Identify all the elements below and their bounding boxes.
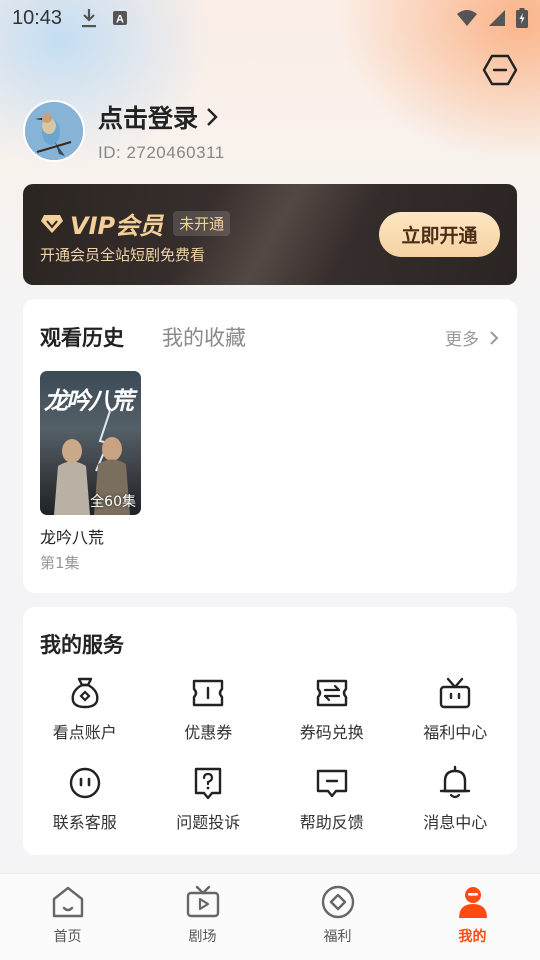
service-label: 消息中心	[423, 813, 488, 832]
exchange-icon	[316, 679, 347, 707]
battery-icon	[516, 8, 528, 28]
avatar[interactable]	[23, 100, 85, 162]
history-item[interactable]: 龙吟八荒 全60集 龙吟八荒 第1集	[40, 371, 141, 573]
tab-theater[interactable]: 剧场	[135, 874, 270, 960]
services-title: 我的服务	[40, 633, 124, 657]
svg-text:A: A	[116, 14, 124, 26]
user-icon	[458, 887, 487, 918]
vip-card[interactable]: VIP会员 未开通 开通会员全站短剧免费看 立即开通	[23, 184, 517, 285]
drama-poster[interactable]: 龙吟八荒 全60集	[40, 371, 141, 515]
tab-welfare[interactable]: 福利	[270, 874, 405, 960]
status-bar: 10:43 A	[0, 0, 540, 36]
tab-label: 剧场	[188, 929, 217, 945]
service-support[interactable]: 联系客服	[23, 761, 147, 837]
services-card: 我的服务 看点账户 优惠券 券码兑换 福利中心 联系客服 问题投诉 帮助反馈 消…	[23, 607, 517, 855]
question-icon	[195, 767, 222, 800]
status-time: 10:43	[12, 6, 63, 29]
wifi-icon	[457, 10, 477, 26]
service-label: 券码兑换	[299, 723, 364, 742]
more-label: 更多	[445, 330, 479, 350]
download-icon	[82, 9, 97, 28]
profile-section[interactable]: 点击登录 ID: 2720460311	[23, 99, 225, 163]
drama-name: 龙吟八荒	[40, 528, 105, 547]
service-complaint[interactable]: 问题投诉	[147, 761, 271, 837]
home-icon	[52, 886, 83, 918]
tab-label: 首页	[53, 929, 82, 945]
service-feedback[interactable]: 帮助反馈	[270, 761, 394, 837]
signal-icon	[489, 10, 505, 26]
user-id: ID: 2720460311	[98, 143, 225, 162]
app-notification-icon: A	[113, 11, 128, 26]
poster-title: 龙吟八荒	[44, 386, 134, 415]
service-label: 看点账户	[52, 723, 117, 742]
coin-icon	[321, 885, 354, 919]
service-redeem[interactable]: 券码兑换	[270, 671, 394, 747]
service-label: 帮助反馈	[299, 813, 364, 832]
service-label: 问题投诉	[176, 813, 241, 832]
service-coupon[interactable]: 优惠券	[147, 671, 271, 747]
tab-favorites[interactable]: 我的收藏	[162, 322, 246, 352]
chat-icon	[69, 767, 100, 799]
chevron-right-icon	[207, 108, 218, 126]
tab-label: 我的	[458, 929, 487, 945]
bell-icon	[440, 765, 471, 799]
service-welfare[interactable]: 福利中心	[394, 671, 518, 747]
tv-icon	[186, 885, 219, 918]
service-messages[interactable]: 消息中心	[394, 761, 518, 837]
vip-title: VIP会员	[70, 212, 164, 240]
settings-icon	[482, 54, 518, 86]
service-label: 福利中心	[423, 723, 488, 742]
episode-count: 全60集	[90, 494, 136, 510]
vip-description: 开通会员全站短剧免费看	[40, 246, 206, 264]
feedback-icon	[316, 769, 347, 798]
login-text: 点击登录	[98, 104, 199, 133]
tab-label: 福利	[323, 929, 352, 945]
bottom-tab-bar: 首页 剧场 福利 我的	[0, 873, 540, 960]
more-link[interactable]: 更多	[445, 325, 501, 350]
diamond-icon	[41, 214, 63, 233]
service-label: 优惠券	[184, 723, 233, 742]
tab-home[interactable]: 首页	[0, 874, 135, 960]
service-account[interactable]: 看点账户	[23, 671, 147, 747]
coupon-icon	[193, 679, 224, 707]
settings-button[interactable]	[482, 52, 518, 88]
history-card: 观看历史 我的收藏 更多 龙吟八荒 全60集 龙吟八荒 第1集	[23, 299, 517, 593]
tab-mine[interactable]: 我的	[405, 874, 540, 960]
chevron-right-icon	[490, 330, 499, 345]
vip-open-button[interactable]: 立即开通	[379, 212, 500, 257]
drama-episode: 第1集	[40, 554, 80, 572]
service-label: 联系客服	[52, 813, 117, 832]
wallet-icon	[71, 677, 99, 709]
tab-watch-history[interactable]: 观看历史	[40, 322, 124, 352]
gift-icon	[440, 677, 471, 709]
login-link[interactable]: 点击登录	[98, 99, 225, 135]
vip-status-badge: 未开通	[173, 211, 231, 236]
bird-avatar-image	[25, 102, 83, 160]
